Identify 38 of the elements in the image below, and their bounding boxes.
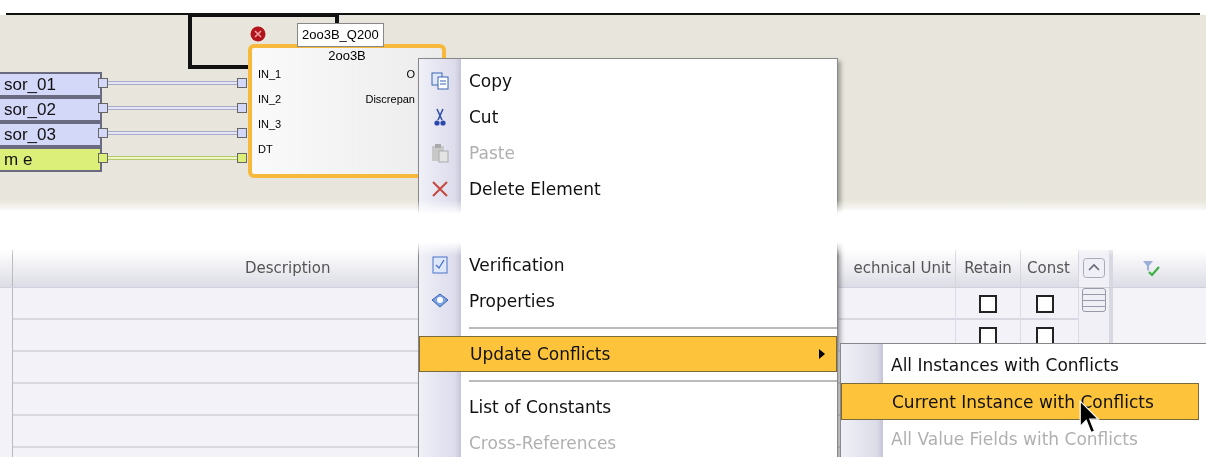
checklist-icon (430, 255, 450, 275)
input-label: IN_3 (258, 118, 282, 130)
input-pin[interactable] (237, 103, 247, 113)
input-label: IN_2 (258, 93, 282, 105)
scroll-up-button[interactable] (1083, 258, 1105, 278)
column-header[interactable]: echnical Unit (839, 250, 956, 287)
output-pin[interactable] (98, 78, 108, 88)
variable-block[interactable]: sor_02 (0, 97, 102, 122)
input-label: IN_1 (258, 68, 282, 80)
input-pin[interactable] (237, 78, 247, 88)
checkbox[interactable] (1036, 295, 1054, 313)
instance-name: 2oo3B_Q200 (297, 23, 384, 47)
menu-item[interactable]: Update Conflicts (419, 336, 837, 372)
scrollbar-thumb[interactable] (1082, 288, 1106, 312)
input-pin[interactable] (237, 153, 247, 163)
checkbox[interactable] (979, 295, 997, 313)
delete-icon (430, 179, 450, 199)
menu-item[interactable]: Verification (419, 247, 837, 283)
output-label: O (406, 68, 415, 80)
copy-icon (430, 71, 450, 91)
variable-block[interactable]: sor_01 (0, 72, 102, 97)
output-label: Discrepan (365, 93, 415, 105)
input-label: DT (258, 143, 273, 155)
menu-item[interactable]: All Instances with Conflicts (841, 346, 1206, 383)
menu-item[interactable]: Properties (419, 283, 837, 319)
menu-item[interactable]: Current Instance with Conflicts (841, 383, 1199, 420)
output-pin[interactable] (98, 103, 108, 113)
column-header[interactable]: Retain (956, 250, 1021, 287)
menu-item[interactable]: List of Constants (419, 389, 837, 425)
submenu-arrow-icon (818, 348, 826, 360)
variable-block[interactable]: sor_03 (0, 122, 102, 147)
output-pin[interactable] (98, 153, 108, 163)
filter-check-icon[interactable] (1141, 258, 1161, 278)
clipboard-icon (430, 143, 450, 163)
input-pin[interactable] (237, 128, 247, 138)
block-type: 2oo3B (327, 48, 367, 63)
output-pin[interactable] (98, 128, 108, 138)
variable-block[interactable]: m e (0, 147, 102, 172)
